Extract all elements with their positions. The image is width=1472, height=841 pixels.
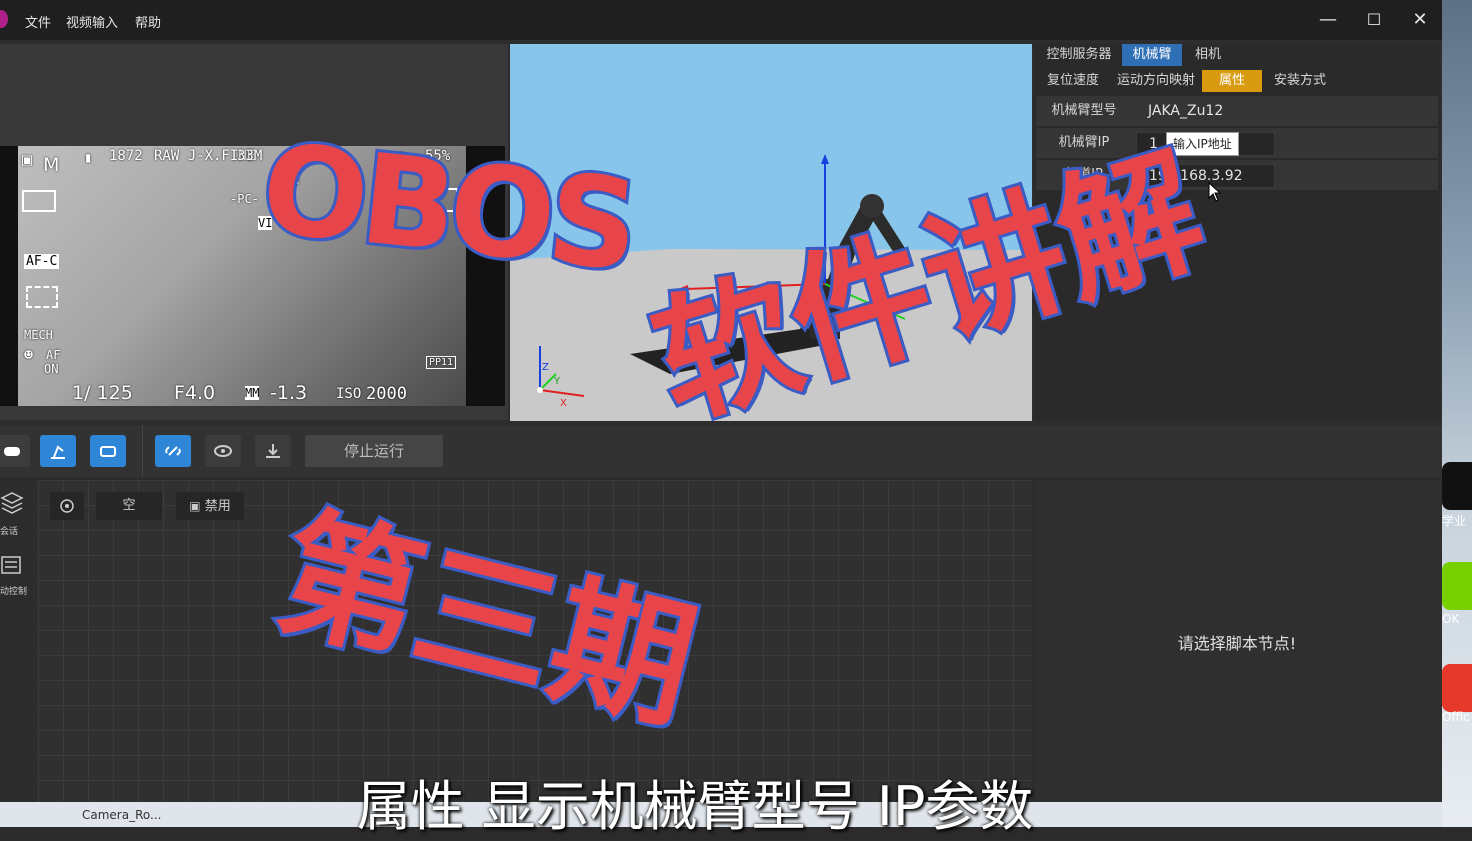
video-subtitle: 属性 显示机械臂型号 IP参数 (356, 775, 1034, 838)
camera-disable-toggle[interactable]: ▣ 禁用 (176, 492, 244, 520)
eye-icon (60, 499, 74, 513)
sidebar-item-session[interactable]: 会话 (0, 524, 18, 537)
script-placeholder: 请选择脚本节点! (1177, 634, 1297, 653)
desktop-app-icon[interactable] (1442, 462, 1472, 510)
osd-shutter: 1/ 125 (72, 382, 133, 404)
tab-control-server[interactable]: 控制服务器 (1040, 44, 1118, 66)
menu-video-input[interactable]: 视频输入 (66, 12, 118, 31)
visibility-toggle[interactable] (50, 492, 84, 520)
mouse-cursor-icon (1208, 182, 1222, 202)
left-sidebar: 会话 动控制 (0, 480, 36, 802)
card-icon: ▮ (84, 150, 93, 166)
empty-selector[interactable]: 空 (96, 492, 162, 520)
tab-reset-speed[interactable]: 复位速度 (1040, 70, 1106, 92)
gamepad-button[interactable] (0, 435, 30, 467)
gizmo-z-label: Z (542, 362, 549, 373)
osd-afc: AF-C (24, 254, 60, 269)
desktop-icon-label: 学业 (1442, 514, 1467, 528)
gizmo-x-label: X (560, 398, 567, 409)
robot-arm-icon (51, 445, 65, 459)
osd-iso-value: 2000 (366, 384, 407, 404)
osd-af-on-a: AF (46, 348, 61, 362)
preview-button[interactable] (205, 435, 241, 467)
office-icon[interactable] (1442, 664, 1472, 712)
desktop-icon-label: OK (1442, 612, 1460, 626)
sidebar-item-motion-control[interactable]: 动控制 (0, 584, 27, 597)
download-icon (266, 444, 280, 458)
tab-mount-type[interactable]: 安装方式 (1266, 70, 1334, 92)
frame-icon (22, 190, 56, 212)
osd-pc: -PC- (230, 192, 259, 206)
layers-icon[interactable] (0, 490, 24, 514)
tab-robot-arm[interactable]: 机械臂 (1122, 44, 1182, 66)
desktop-background: 学业 OK Offic (1442, 0, 1472, 827)
stop-run-button[interactable]: 停止运行 (305, 435, 443, 467)
tab-camera[interactable]: 相机 (1186, 44, 1230, 66)
chip-disabled-label: 禁用 (204, 499, 231, 514)
sliders-icon[interactable] (0, 554, 22, 576)
tab-attributes[interactable]: 属性 (1202, 70, 1262, 92)
download-button[interactable] (255, 435, 291, 467)
osd-iso-label: ISO (336, 386, 362, 402)
osd-pp: PP11 (426, 356, 457, 369)
link-icon (165, 446, 181, 456)
arm-button[interactable] (40, 435, 76, 467)
camera-device-button[interactable] (90, 435, 126, 467)
menu-help[interactable]: 帮助 (135, 12, 161, 31)
menu-file[interactable]: 文件 (25, 12, 51, 31)
osd-ev: -1.3 (270, 382, 308, 404)
tab-motion-mapping[interactable]: 运动方向映射 (1112, 70, 1200, 92)
camera-icon: ▣ (22, 150, 33, 170)
maximize-button[interactable]: ☐ (1359, 8, 1389, 32)
eye-icon (214, 445, 232, 457)
desktop-app-icon[interactable] (1442, 562, 1472, 610)
app-logo-icon (0, 10, 8, 28)
toolbar-divider (142, 425, 143, 477)
close-button[interactable]: ✕ (1405, 8, 1435, 32)
desktop-icon-label: Offic (1442, 710, 1470, 724)
gizmo-y-label: Y (553, 376, 561, 387)
focus-area-icon (26, 286, 58, 308)
gamepad-icon (4, 447, 20, 456)
camera-device-icon (100, 446, 116, 457)
camera-icon: ▣ (189, 499, 201, 513)
osd-aperture: F4.0 (174, 382, 216, 404)
osd-shots: 1872 (109, 148, 143, 164)
osd-mode: M (43, 154, 60, 176)
face-detect-icon: ☻ (24, 346, 34, 364)
gizmo-origin (537, 387, 543, 393)
minimize-button[interactable]: — (1313, 8, 1343, 32)
link-button[interactable] (155, 435, 191, 467)
osd-mm: MM (245, 386, 260, 400)
z-axis-arrow (821, 154, 829, 164)
title-bar: 文件 视频输入 帮助 — ☐ ✕ (0, 0, 1442, 40)
osd-size: 33M (237, 148, 263, 164)
osd-mech: MECH (24, 328, 53, 342)
osd-af-on-b: ON (44, 362, 59, 376)
script-panel: 请选择脚本节点! (1036, 480, 1442, 802)
